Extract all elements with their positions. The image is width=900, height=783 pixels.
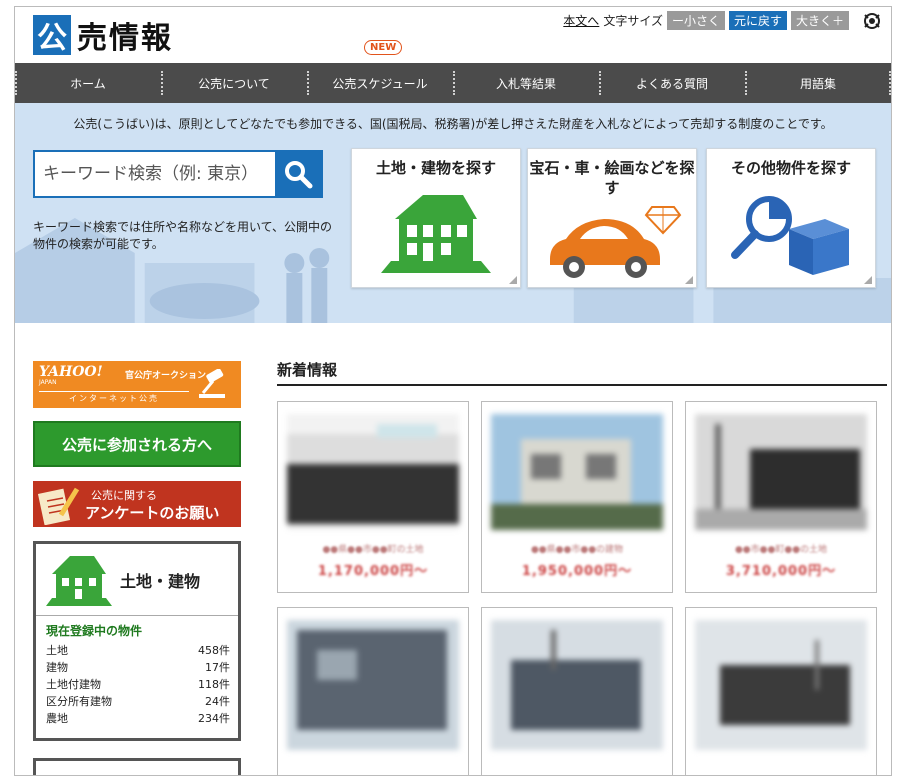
font-small-button[interactable]: ー小さく (666, 11, 725, 30)
property-photo (491, 620, 663, 750)
site-logo[interactable]: 公 売情報 (33, 13, 173, 57)
search-icon (285, 161, 313, 189)
font-large-button[interactable]: 大きく＋ (790, 11, 849, 30)
property-caption: ●●市●●町●●の土地 (734, 545, 828, 555)
property-card[interactable] (685, 607, 877, 775)
category-label: 土地・建物を探す (375, 159, 496, 177)
site-header: 公 売情報 本文へ 文字サイズ ー小さく 元に戻す 大きく＋ (15, 7, 891, 63)
hero-description: 公売(こうばい)は、原則としてどなたでも参加できる、国(国税局、税務署)が差し押… (73, 117, 833, 131)
news-heading: 新着情報 (277, 359, 887, 386)
page-frame: 公 売情報 本文へ 文字サイズ ー小さく 元に戻す 大きく＋ NEW ホーム 公… (14, 6, 892, 776)
hero-section: 公売(こうばい)は、原則としてどなたでも参加できる、国(国税局、税務署)が差し押… (15, 103, 891, 323)
gavel-icon (199, 369, 225, 398)
stats-list: 土地 458件 建物 17件 土地付建物 118件 区分所有建物 24件 農地 234件 (36, 639, 238, 727)
utility-bar: 本文へ 文字サイズ ー小さく 元に戻す 大きく＋ (563, 11, 883, 30)
property-photo (695, 414, 867, 530)
survey-pencil-icon (37, 487, 80, 525)
property-caption: ●●県●●市●●の建物 (530, 545, 624, 555)
property-photo (287, 414, 459, 530)
stat-count: 234件 (198, 712, 230, 725)
stat-name: 建物 (46, 661, 68, 674)
search-note: キーワード検索では住所や名称などを用いて、公開中の物件の検索が可能です。 (33, 220, 333, 251)
stat-row[interactable]: 農地 234件 (46, 710, 230, 727)
property-photo (287, 620, 459, 750)
land-box-header[interactable]: 土地・建物 (36, 544, 238, 616)
property-card[interactable]: ●●市●●町●●の土地 3,710,000円～ (685, 401, 877, 593)
font-size-label: 文字サイズ (603, 14, 663, 28)
participants-guide-button[interactable]: 公売に参加される方へ (33, 421, 241, 467)
stat-name: 土地 (46, 644, 68, 657)
yahoo-banner-text: インターネット公売 (39, 391, 189, 404)
stat-row[interactable]: 土地 458件 (46, 642, 230, 659)
skip-to-content-link[interactable]: 本文へ (563, 12, 599, 29)
new-badge: NEW (364, 40, 403, 55)
category-label: 宝石・車・絵画などを探す (529, 159, 695, 197)
category-valuables[interactable]: 宝石・車・絵画などを探す (527, 148, 697, 288)
nav-home[interactable]: ホーム (15, 63, 161, 103)
stat-row[interactable]: 建物 17件 (46, 659, 230, 676)
government-emblem-icon (861, 12, 883, 30)
global-nav: ホーム 公売について 公売スケジュール 入札等結果 よくある質問 用語集 (15, 63, 891, 103)
property-photo (491, 414, 663, 530)
stat-row[interactable]: 区分所有建物 24件 (46, 693, 230, 710)
keyword-search (33, 150, 323, 198)
car-gem-icon (550, 206, 682, 278)
property-card[interactable]: ●●県●●市●●の建物 1,950,000円～ (481, 401, 673, 593)
property-photo (695, 620, 867, 750)
land-building-stats-box: 土地・建物 現在登録中の物件 土地 458件 建物 17件 土地付建物 118件 区分… (33, 541, 241, 741)
land-box-title: 土地・建物 (120, 572, 201, 591)
survey-banner[interactable]: 公売に関する アンケートのお願い (33, 481, 241, 527)
category-land-building[interactable]: 土地・建物を探す (351, 148, 521, 288)
nav-about[interactable]: 公売について (161, 63, 307, 103)
property-card[interactable] (277, 607, 469, 775)
logo-mark: 公 (33, 15, 71, 56)
stat-name: 区分所有建物 (46, 695, 112, 708)
stat-count: 458件 (198, 644, 230, 657)
corner-arrow-icon (685, 276, 693, 284)
survey-small-text: 公売に関する (91, 489, 157, 502)
font-reset-button[interactable]: 元に戻す (728, 11, 787, 30)
survey-large-text: アンケートのお願い (85, 504, 220, 522)
nav-schedule[interactable]: 公売スケジュール (307, 63, 453, 103)
corner-arrow-icon (509, 276, 517, 284)
nav-glossary[interactable]: 用語集 (745, 63, 891, 103)
nav-results[interactable]: 入札等結果 (453, 63, 599, 103)
stat-count: 24件 (205, 695, 230, 708)
house-icon (46, 556, 112, 606)
nav-faq[interactable]: よくある質問 (599, 63, 745, 103)
stat-count: 17件 (205, 661, 230, 674)
yahoo-logo: YAHOO! (39, 364, 103, 380)
stat-name: 農地 (46, 712, 68, 725)
secondary-stats-box (33, 758, 241, 775)
corner-arrow-icon (864, 276, 872, 284)
category-label: その他物件を探す (730, 159, 851, 177)
category-other[interactable]: その他物件を探す (706, 148, 876, 288)
yahoo-auction-banner[interactable]: YAHOO! JAPAN 官公庁オークション インターネット公売 (33, 361, 241, 408)
logo-text: 売情報 (77, 21, 173, 56)
property-card[interactable]: ●●県●●市●●町の土地 1,170,000円～ (277, 401, 469, 593)
search-input[interactable] (35, 152, 275, 196)
property-price: 1,170,000円～ (317, 564, 429, 579)
stat-count: 118件 (198, 678, 230, 691)
stat-row[interactable]: 土地付建物 118件 (46, 676, 230, 693)
property-price: 1,950,000円～ (521, 564, 633, 579)
property-price: 3,710,000円～ (725, 564, 837, 579)
house-icon (381, 195, 491, 273)
search-button[interactable] (275, 152, 321, 196)
stat-name: 土地付建物 (46, 678, 101, 691)
magnifier-box-icon (731, 196, 849, 275)
yahoo-tag: 官公庁オークション (125, 371, 207, 381)
yahoo-logo-sub: JAPAN (39, 379, 57, 386)
current-listings-label: 現在登録中の物件 (46, 624, 143, 638)
property-card[interactable] (481, 607, 673, 775)
property-caption: ●●県●●市●●町の土地 (322, 545, 424, 555)
